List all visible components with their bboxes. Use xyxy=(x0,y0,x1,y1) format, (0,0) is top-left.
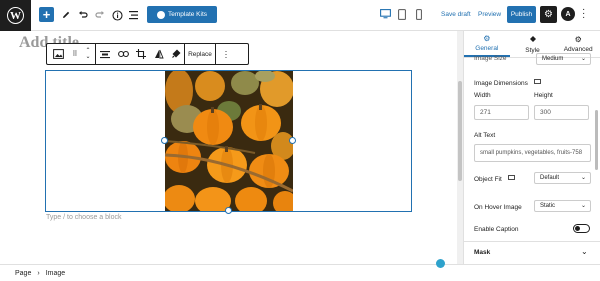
template-kits-button[interactable]: Template Kits xyxy=(147,6,217,23)
object-fit-select[interactable]: Default ⌄ xyxy=(534,172,591,184)
image-dimensions-label: Image Dimensions xyxy=(474,79,541,87)
drag-handle-icon[interactable]: ⠿ xyxy=(69,44,81,64)
desktop-preview-icon[interactable] xyxy=(380,9,391,21)
paint-bucket-icon xyxy=(529,35,537,45)
image-size-label: Image Size xyxy=(474,55,507,62)
breadcrumb-image[interactable]: Image xyxy=(46,270,65,277)
tablet-preview-icon[interactable] xyxy=(398,9,406,22)
save-draft-button[interactable]: Save draft xyxy=(441,11,471,18)
resize-handle-bottom[interactable] xyxy=(225,207,232,214)
sidebar-scrollbar[interactable] xyxy=(595,110,598,170)
chevron-right-icon: › xyxy=(37,269,40,277)
pumpkins-image[interactable] xyxy=(165,71,293,211)
more-options-icon[interactable]: · · · xyxy=(582,5,585,23)
chevron-down-icon: ⌄ xyxy=(580,56,586,62)
gear-icon: ⚙ xyxy=(544,9,553,20)
settings-button[interactable]: ⚙ xyxy=(540,6,557,23)
move-up-down-icon[interactable]: ⌃ ⌄ xyxy=(81,44,95,64)
wordpress-icon: W xyxy=(7,7,24,24)
replace-button[interactable]: Replace xyxy=(185,44,215,64)
block-appender-hint[interactable]: Type / to choose a block xyxy=(46,214,122,221)
alt-text-label: Alt Text xyxy=(474,132,496,139)
gear-icon: ⚙ xyxy=(574,35,582,44)
block-more-options-icon[interactable]: · · · xyxy=(216,44,236,64)
tab-general[interactable]: ⚙ General xyxy=(464,31,510,57)
wordpress-logo-button[interactable]: W xyxy=(0,0,31,31)
breadcrumb: Page › Image xyxy=(0,264,600,281)
width-input[interactable]: 271 xyxy=(474,105,529,120)
mobile-preview-icon[interactable] xyxy=(416,9,422,22)
align-icon[interactable] xyxy=(96,44,114,64)
chevron-down-icon: ⌄ xyxy=(580,175,586,181)
height-label: Height xyxy=(534,92,553,99)
link-icon[interactable] xyxy=(114,44,132,64)
astra-settings-button[interactable]: A xyxy=(561,7,575,21)
publish-button[interactable]: Publish xyxy=(507,6,536,23)
info-icon[interactable] xyxy=(109,7,125,23)
image-size-select[interactable]: Medium ⌄ xyxy=(536,53,591,65)
undo-icon[interactable] xyxy=(75,7,91,23)
redo-icon[interactable] xyxy=(92,7,108,23)
desktop-icon xyxy=(507,175,515,183)
enable-caption-toggle[interactable] xyxy=(573,224,590,233)
breadcrumb-page[interactable]: Page xyxy=(15,270,31,277)
preview-button[interactable]: Preview xyxy=(478,11,501,18)
alt-text-input[interactable]: small pumpkins, vegetables, fruits-758 xyxy=(474,144,591,162)
resize-handle-right[interactable] xyxy=(289,137,296,144)
chevron-down-icon: ⌄ xyxy=(580,203,586,209)
crop-icon[interactable] xyxy=(132,44,150,64)
width-label: Width xyxy=(474,92,491,99)
desktop-icon xyxy=(533,79,541,87)
height-input[interactable]: 300 xyxy=(534,105,589,120)
on-hover-image-select[interactable]: Static ⌄ xyxy=(534,200,591,212)
resize-handle-left[interactable] xyxy=(161,137,168,144)
image-block-type-icon[interactable] xyxy=(47,44,69,64)
gear-icon: ⚙ xyxy=(483,34,491,43)
on-hover-image-label: On Hover Image xyxy=(474,204,522,211)
list-view-icon[interactable] xyxy=(126,7,142,23)
help-bubble-icon[interactable] xyxy=(436,259,445,268)
overlay-text-icon[interactable] xyxy=(150,44,167,64)
pencil-icon[interactable] xyxy=(58,7,74,23)
chevron-down-icon[interactable]: ⌄ xyxy=(581,247,588,256)
object-fit-label: Object Fit xyxy=(474,175,515,183)
template-kits-icon xyxy=(156,10,165,19)
enable-caption-label: Enable Caption xyxy=(474,226,519,233)
image-block-toolbar: ⠿ ⌃ ⌄ Replace · · · xyxy=(46,43,249,65)
mask-panel-title[interactable]: Mask xyxy=(474,249,490,256)
astra-icon: A xyxy=(565,10,571,18)
add-block-button[interactable]: + xyxy=(39,7,54,22)
settings-sidebar: ⚙ General Style ⚙ Advanced Image Size Me… xyxy=(463,31,600,264)
duotone-filter-icon[interactable] xyxy=(167,44,184,64)
top-toolbar: W + Template Kits Save draft Preview Pub… xyxy=(0,0,600,31)
